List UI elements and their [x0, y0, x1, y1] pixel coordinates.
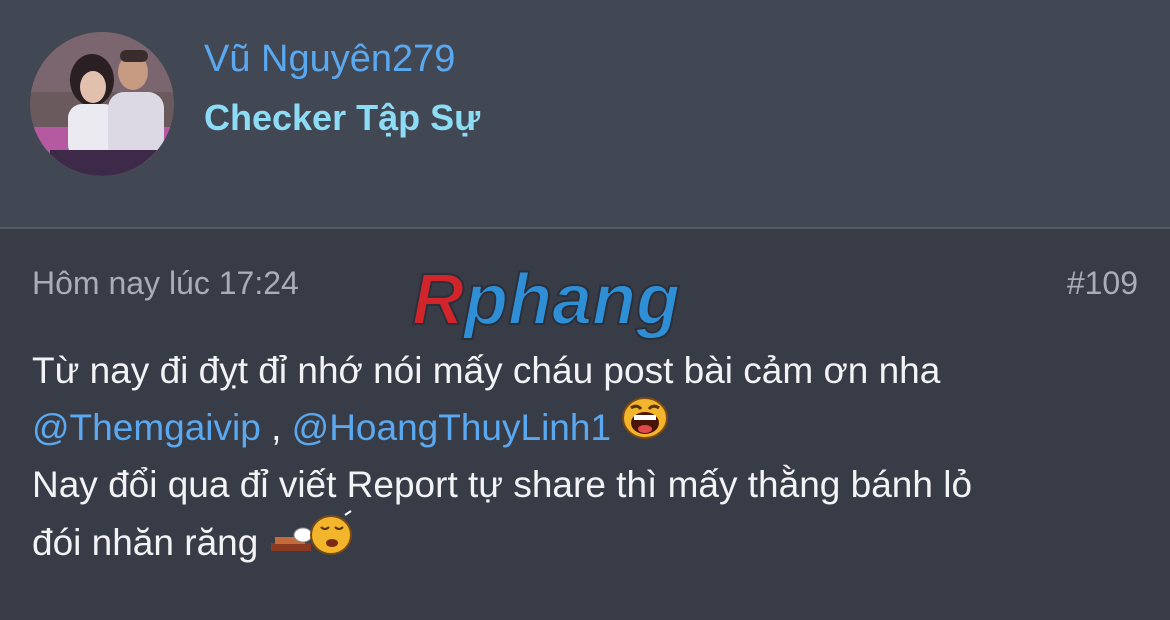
- message-text: đói nhăn răng: [32, 521, 259, 563]
- user-rank-title: Checker Tập Sự: [204, 97, 481, 138]
- laughing-emoji-icon: [621, 396, 669, 456]
- mention-themgaivip[interactable]: @Themgaivip: [32, 407, 261, 448]
- avatar[interactable]: [30, 32, 174, 176]
- message-line: Nay đổi qua đỉ viết Report tự share thì …: [32, 464, 973, 505]
- mention-hoangthuylinh1[interactable]: @HoangThuyLinh1: [292, 407, 611, 448]
- mention-line: @Themgaivip , @HoangThuyLinh1: [32, 396, 1142, 456]
- sleeping-emoji-icon: [269, 509, 355, 573]
- mention-separator: ,: [260, 407, 292, 448]
- svg-text:R: R: [412, 262, 464, 340]
- svg-text:phang: phang: [462, 262, 680, 340]
- message-line-last: đói nhăn răng: [32, 510, 1142, 570]
- post-timestamp[interactable]: Hôm nay lúc 17:24: [32, 265, 299, 302]
- post-number-link[interactable]: #109: [1067, 265, 1138, 302]
- post-author-header: Vũ Nguyên279 Checker Tập Sự: [0, 0, 1170, 229]
- username-link[interactable]: Vũ Nguyên279: [204, 38, 455, 81]
- message-line: Từ nay đi đỵt đỉ nhớ nói mấy cháu post b…: [32, 350, 941, 391]
- post-message: Từ nay đi đỵt đỉ nhớ nói mấy cháu post b…: [32, 342, 1142, 570]
- watermark-logo: R phang: [408, 259, 768, 342]
